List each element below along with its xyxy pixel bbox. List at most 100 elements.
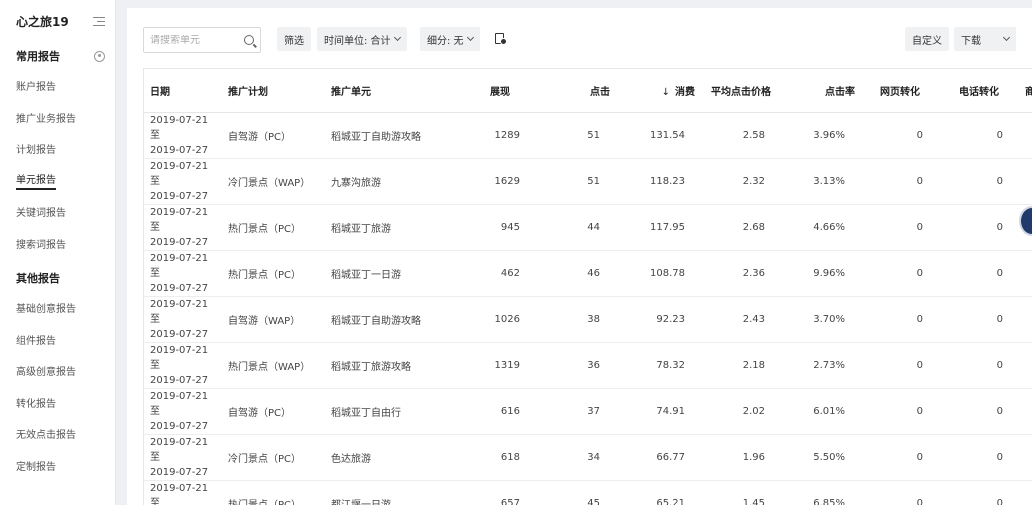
cell-cost: 117.95 bbox=[616, 204, 701, 251]
cell-web-conversion: 0 bbox=[861, 250, 939, 297]
cell-date: 2019-07-21至 2019-07-27 bbox=[144, 250, 222, 297]
sidebar-item-search-term-report[interactable]: 搜索词报告 bbox=[0, 228, 115, 260]
filter-button[interactable]: 筛选 bbox=[277, 27, 311, 51]
column-header-phone-conversion[interactable]: 电话转化 bbox=[939, 69, 1019, 113]
cell-cost: 78.32 bbox=[616, 342, 701, 389]
date-start: 2019-07-21至 bbox=[150, 390, 209, 417]
export-history-icon[interactable] bbox=[495, 33, 507, 46]
cell-ctr: 3.70% bbox=[781, 296, 861, 343]
cell-truncated bbox=[1019, 296, 1032, 343]
cell-impressions: 1629 bbox=[464, 158, 536, 205]
cell-ctr: 2.73% bbox=[781, 342, 861, 389]
sidebar-item-keyword-report[interactable]: 关键词报告 bbox=[0, 196, 115, 228]
cell-date: 2019-07-21至 2019-07-27 bbox=[144, 342, 222, 389]
date-start: 2019-07-21至 bbox=[150, 252, 209, 279]
search-input[interactable] bbox=[150, 34, 238, 46]
table-row: 2019-07-21至 2019-07-27 热门景点（WAP） 稻城亚丁旅游攻略 13… bbox=[144, 342, 1032, 389]
sidebar-item-label: 定制报告 bbox=[16, 461, 56, 473]
cell-phone-conversion: 0 bbox=[939, 434, 1019, 481]
account-name: 心之旅19 bbox=[16, 14, 69, 29]
cell-clicks: 36 bbox=[536, 342, 616, 389]
table-header-row: 日期 推广计划 推广单元 展现 点击 ↓ 消费 平均点击价格 点击率 网页转化 电… bbox=[144, 69, 1032, 113]
cell-truncated bbox=[1019, 250, 1032, 297]
cell-impressions: 1289 bbox=[464, 112, 536, 159]
sidebar-item-unit-report[interactable]: 单元报告 bbox=[0, 165, 115, 197]
cell-clicks: 46 bbox=[536, 250, 616, 297]
sidebar-item-label: 推广业务报告 bbox=[16, 113, 76, 125]
table-row: 2019-07-21至 2019-07-27 冷门景点（WAP） 九寨沟旅游 1629 5… bbox=[144, 158, 1032, 205]
column-header-truncated[interactable]: 商 bbox=[1019, 69, 1032, 113]
table-row: 2019-07-21至 2019-07-27 自驾游（PC） 稻城亚丁自助游攻略 128… bbox=[144, 112, 1032, 159]
sidebar-item-label: 单元报告 bbox=[16, 171, 56, 190]
sidebar: 心之旅19 常用报告 账户报告 推广业务报告 计划报告 单元报告 关键词报告 搜… bbox=[0, 0, 116, 505]
search-box bbox=[143, 27, 261, 53]
column-header-unit[interactable]: 推广单元 bbox=[325, 69, 464, 113]
search-icon[interactable] bbox=[244, 35, 254, 45]
chevron-down-icon bbox=[393, 33, 401, 42]
cell-date: 2019-07-21至 2019-07-27 bbox=[144, 434, 222, 481]
cell-unit: 色达旅游 bbox=[325, 434, 464, 481]
cell-avg-cpc: 2.36 bbox=[701, 250, 781, 297]
download-dropdown[interactable]: 下载 bbox=[954, 27, 1016, 51]
time-unit-dropdown[interactable]: 时间单位: 合计 bbox=[317, 27, 407, 51]
cell-avg-cpc: 1.96 bbox=[701, 434, 781, 481]
cell-ctr: 6.01% bbox=[781, 388, 861, 435]
sidebar-item-plan-report[interactable]: 计划报告 bbox=[0, 133, 115, 165]
sidebar-item-label: 搜索词报告 bbox=[16, 239, 66, 251]
sidebar-item-label: 高级创意报告 bbox=[16, 367, 76, 379]
sidebar-item-business-report[interactable]: 推广业务报告 bbox=[0, 102, 115, 134]
section-label: 其他报告 bbox=[16, 272, 60, 285]
cell-clicks: 34 bbox=[536, 434, 616, 481]
sidebar-section-common: 常用报告 bbox=[0, 42, 115, 70]
date-end: 2019-07-27 bbox=[150, 190, 209, 202]
cell-clicks: 37 bbox=[536, 388, 616, 435]
collapse-menu-icon[interactable] bbox=[93, 16, 105, 26]
cell-impressions: 1026 bbox=[464, 296, 536, 343]
sidebar-item-label: 组件报告 bbox=[16, 335, 56, 347]
column-header-cost[interactable]: ↓ 消费 bbox=[616, 69, 701, 113]
cell-unit: 稻城亚丁旅游 bbox=[325, 204, 464, 251]
column-header-avg-cpc[interactable]: 平均点击价格 bbox=[701, 69, 781, 113]
column-header-plan[interactable]: 推广计划 bbox=[222, 69, 325, 113]
date-end: 2019-07-27 bbox=[150, 236, 209, 248]
cell-impressions: 618 bbox=[464, 434, 536, 481]
cell-plan: 自驾游（PC） bbox=[222, 112, 325, 159]
cell-plan: 热门景点（WAP） bbox=[222, 342, 325, 389]
cell-truncated bbox=[1019, 158, 1032, 205]
column-header-web-conversion[interactable]: 网页转化 bbox=[861, 69, 939, 113]
sidebar-item-basic-creative-report[interactable]: 基础创意报告 bbox=[0, 292, 115, 324]
toolbar: 筛选 时间单位: 合计 细分: 无 自定义 下载 bbox=[143, 27, 1032, 53]
sidebar-item-component-report[interactable]: 组件报告 bbox=[0, 324, 115, 356]
chevron-down-icon bbox=[466, 33, 474, 42]
sidebar-item-invalid-click-report[interactable]: 无效点击报告 bbox=[0, 418, 115, 450]
cell-unit: 稻城亚丁一日游 bbox=[325, 250, 464, 297]
cell-impressions: 945 bbox=[464, 204, 536, 251]
date-start: 2019-07-21至 bbox=[150, 436, 209, 463]
column-header-date[interactable]: 日期 bbox=[144, 69, 222, 113]
cell-avg-cpc: 2.58 bbox=[701, 112, 781, 159]
sidebar-item-advanced-creative-report[interactable]: 高级创意报告 bbox=[0, 355, 115, 387]
date-start: 2019-07-21至 bbox=[150, 482, 209, 505]
sidebar-item-conversion-report[interactable]: 转化报告 bbox=[0, 387, 115, 419]
customize-button[interactable]: 自定义 bbox=[905, 27, 949, 51]
column-header-clicks[interactable]: 点击 bbox=[536, 69, 616, 113]
cell-cost: 74.91 bbox=[616, 388, 701, 435]
cell-cost: 108.78 bbox=[616, 250, 701, 297]
cell-ctr: 9.96% bbox=[781, 250, 861, 297]
sidebar-item-account-report[interactable]: 账户报告 bbox=[0, 70, 115, 102]
cell-phone-conversion: 0 bbox=[939, 204, 1019, 251]
table-row: 2019-07-21至 2019-07-27 热门景点（PC） 稻城亚丁一日游 462 4… bbox=[144, 250, 1032, 297]
cell-truncated bbox=[1019, 342, 1032, 389]
column-header-ctr[interactable]: 点击率 bbox=[781, 69, 861, 113]
customize-label: 自定义 bbox=[912, 35, 942, 47]
cell-plan: 自驾游（PC） bbox=[222, 388, 325, 435]
breakdown-dropdown[interactable]: 细分: 无 bbox=[420, 27, 480, 51]
cell-avg-cpc: 1.45 bbox=[701, 480, 781, 505]
cell-unit: 都江堰一日游 bbox=[325, 480, 464, 505]
download-label: 下载 bbox=[961, 35, 981, 47]
sidebar-item-custom-report[interactable]: 定制报告 bbox=[0, 450, 115, 482]
column-header-impressions[interactable]: 展现 bbox=[464, 69, 536, 113]
cell-clicks: 51 bbox=[536, 158, 616, 205]
gear-icon[interactable] bbox=[94, 50, 105, 62]
cell-clicks: 45 bbox=[536, 480, 616, 505]
